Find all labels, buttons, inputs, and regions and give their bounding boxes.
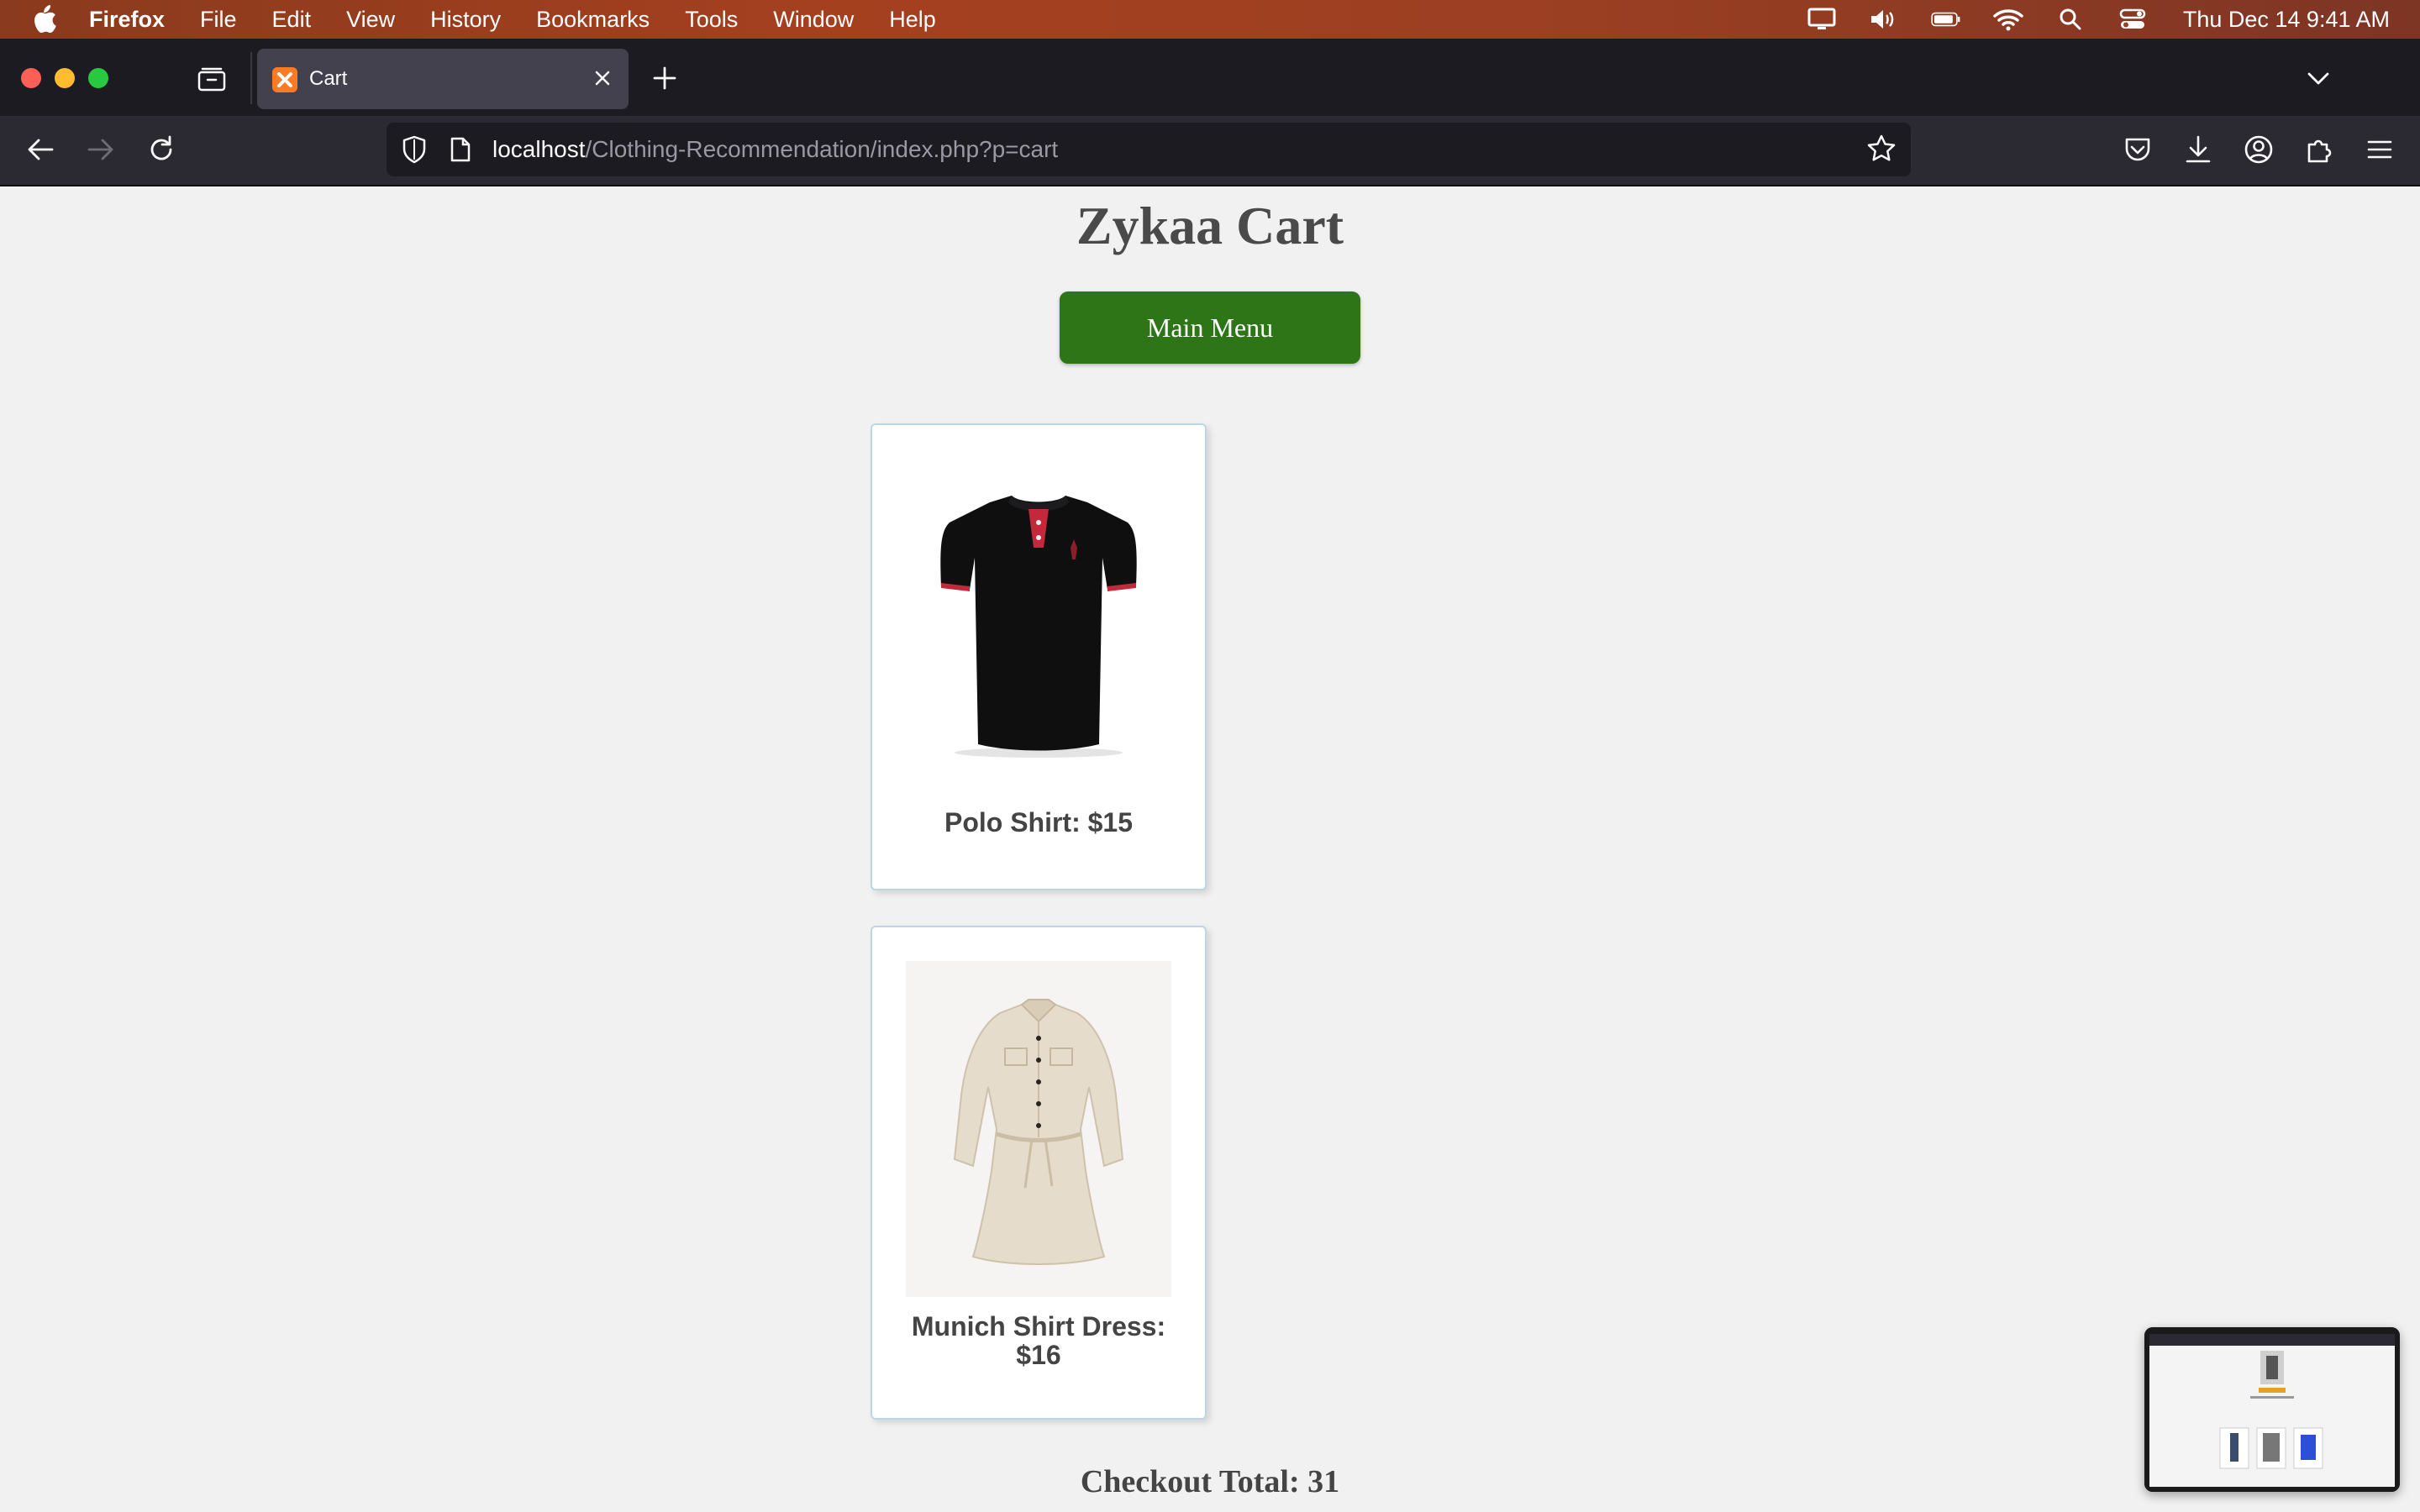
account-icon[interactable] [2242, 133, 2275, 166]
menu-window[interactable]: Window [773, 7, 854, 33]
reload-icon[interactable] [145, 133, 178, 166]
polo-shirt-image [940, 496, 1137, 758]
download-icon[interactable] [2181, 133, 2215, 166]
back-icon[interactable] [24, 133, 57, 166]
menu-clock[interactable]: Thu Dec 14 9:41 AM [2183, 7, 2390, 33]
menu-edit[interactable]: Edit [272, 7, 312, 33]
menu-tools[interactable]: Tools [685, 7, 738, 33]
shirt-dress-image [906, 961, 1171, 1297]
display-icon[interactable] [1807, 7, 1837, 32]
tab-overview-icon[interactable] [197, 66, 227, 92]
search-icon[interactable] [2055, 7, 2086, 32]
menu-history[interactable]: History [430, 7, 501, 33]
page-content: Zykaa Cart Main Menu Polo Shirt: $15 Mun… [0, 186, 2420, 1512]
window-preview-thumbnail[interactable] [2144, 1327, 2400, 1492]
menu-file[interactable]: File [200, 7, 237, 33]
shield-icon[interactable] [400, 134, 429, 165]
plus-icon[interactable] [650, 64, 679, 92]
menu-help[interactable]: Help [889, 7, 936, 33]
url-host: localhost [492, 136, 586, 162]
volume-icon[interactable] [1869, 7, 1899, 32]
checkout-total: Checkout Total: 31 [1080, 1464, 1340, 1499]
battery-icon[interactable] [1931, 7, 1961, 32]
tab-cart[interactable]: Cart [257, 49, 629, 109]
star-icon[interactable] [1865, 133, 1897, 165]
control-center-icon[interactable] [2118, 7, 2148, 32]
tab-separator [250, 52, 252, 104]
wifi-icon[interactable] [1993, 7, 2023, 32]
url-path: /Clothing-Recommendation/index.php?p=car… [585, 136, 1059, 162]
tab-favicon [272, 67, 297, 92]
close-window-button[interactable] [21, 68, 41, 88]
page-icon[interactable] [449, 136, 472, 163]
close-icon[interactable] [590, 66, 615, 91]
hamburger-menu-icon[interactable] [2363, 133, 2396, 166]
cart-item-label: Polo Shirt: $15 [944, 807, 1134, 837]
menu-view[interactable]: View [346, 7, 395, 33]
forward-icon[interactable] [84, 133, 118, 166]
minimize-window-button[interactable] [55, 68, 75, 88]
menu-bookmarks[interactable]: Bookmarks [536, 7, 650, 33]
url-text[interactable]: localhost/Clothing-Recommendation/index.… [492, 136, 1058, 163]
page-title: Zykaa Cart [1076, 196, 1344, 255]
extensions-icon[interactable] [2302, 133, 2336, 166]
main-menu-button[interactable]: Main Menu [1060, 291, 1360, 364]
url-bar[interactable]: localhost/Clothing-Recommendation/index.… [387, 123, 1911, 176]
tab-title: Cart [309, 67, 348, 90]
pocket-icon[interactable] [2121, 133, 2154, 166]
cart-item-card: Polo Shirt: $15 [871, 423, 1207, 890]
window-preview-image [2144, 1327, 2400, 1492]
cart-item-label: Munich Shirt Dress: $16 [911, 1311, 1166, 1370]
macos-menu-bar: Firefox File Edit View History Bookmarks… [0, 0, 2420, 39]
zoom-window-button[interactable] [88, 68, 108, 88]
cart-item-card: Munich Shirt Dress: $16 [871, 926, 1207, 1420]
chevron-down-icon[interactable] [2304, 66, 2333, 91]
apple-icon[interactable] [30, 5, 57, 34]
menu-app-name[interactable]: Firefox [89, 7, 165, 33]
